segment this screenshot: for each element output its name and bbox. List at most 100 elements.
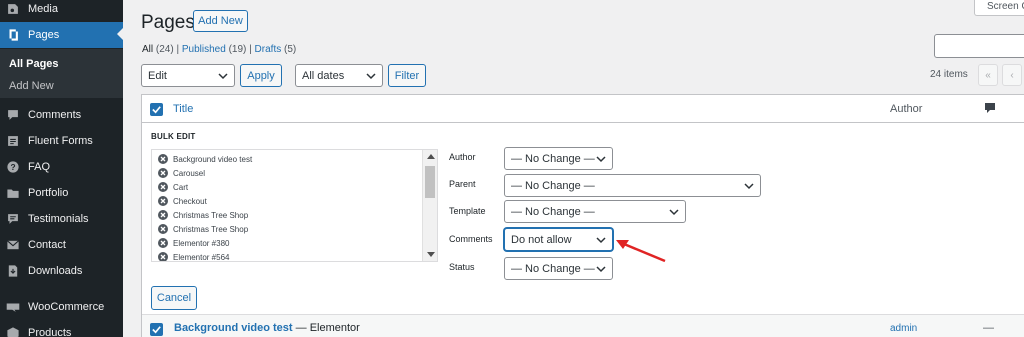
status-select[interactable]: — No Change — [504,257,613,280]
sidebar-item-label: Contact [28,239,66,251]
list-item: Elementor #564 [158,252,229,262]
screen-options-tab[interactable]: Screen O [974,0,1024,16]
scroll-thumb[interactable] [425,166,435,198]
sidebar-item-downloads[interactable]: Downloads [0,258,123,284]
filter-separator: | [249,44,252,55]
table-header: Title Author [142,95,1024,123]
filter-published[interactable]: Published [182,44,226,55]
column-title[interactable]: Title [173,103,193,115]
author-select-value: — No Change — [511,152,595,165]
filter-separator: | [176,44,180,55]
list-item-label: Background video test [173,154,253,164]
list-item: Christmas Tree Shop [158,210,248,220]
scroll-down-arrow-icon[interactable] [427,252,435,257]
remove-icon[interactable] [158,224,168,234]
sidebar-item-label: Pages [28,29,60,41]
pages-table: Title Author BULK EDIT Background video … [141,94,1024,337]
list-item: Cart [158,182,188,192]
filter-all[interactable]: All [142,44,153,55]
comments-label: Comments [449,234,493,244]
sidebar-item-media[interactable]: Media [0,0,123,22]
sidebar-item-products[interactable]: Products [0,320,123,337]
submenu-add-new[interactable]: Add New [9,80,54,92]
row-author-link[interactable]: admin [890,323,917,334]
chevron-down-icon [596,156,606,163]
contact-icon [6,238,20,252]
remove-icon[interactable] [158,182,168,192]
chevron-down-icon [218,73,228,80]
sidebar-item-label: FAQ [28,161,51,173]
check-icon [152,106,161,114]
list-item-label: Christmas Tree Shop [173,210,249,220]
author-select[interactable]: — No Change — [504,147,613,170]
list-item: Checkout [158,196,207,206]
sidebar-item-faq[interactable]: ? FAQ [0,154,123,180]
forms-icon [6,134,20,148]
chevron-down-icon [744,183,754,190]
select-all-checkbox[interactable] [150,103,163,116]
bulk-edit-selected-list[interactable]: Background video test Carousel Cart Chec… [151,149,438,262]
sidebar-item-label: Media [28,3,58,15]
bulk-action-select[interactable]: Edit [141,64,235,87]
row-title-text[interactable]: Background video test [174,322,293,334]
bulk-action-value: Edit [148,69,167,82]
scroll-up-arrow-icon[interactable] [427,154,435,159]
items-count: 24 items [930,69,968,80]
template-select-value: — No Change — [511,205,595,218]
template-select[interactable]: — No Change — [504,200,686,223]
sidebar-item-contact[interactable]: Contact [0,232,123,258]
remove-icon[interactable] [158,252,168,262]
svg-text:?: ? [10,162,15,172]
faq-icon: ? [6,160,20,174]
sidebar-item-fluent-forms[interactable]: Fluent Forms [0,128,123,154]
sidebar-item-label: WooCommerce [28,301,105,313]
sidebar-item-label: Fluent Forms [28,135,93,147]
filter-button[interactable]: Filter [388,64,426,87]
sidebar-item-comments[interactable]: Comments [0,102,123,128]
parent-select[interactable]: — No Change — [504,174,761,197]
comments-icon [6,108,20,122]
sidebar-item-portfolio[interactable]: Portfolio [0,180,123,206]
remove-icon[interactable] [158,154,168,164]
remove-icon[interactable] [158,210,168,220]
prev-page-button[interactable]: ‹ [1002,64,1022,86]
sidebar-item-pages[interactable]: Pages [0,22,123,48]
list-item: Background video test [158,154,252,164]
row-checkbox[interactable] [150,323,163,336]
cancel-button[interactable]: Cancel [151,286,197,310]
sidebar-item-testimonials[interactable]: Testimonials [0,206,123,232]
remove-icon[interactable] [158,168,168,178]
sidebar-item-woocommerce[interactable]: WooCommerce [0,294,123,320]
chevron-down-icon [596,237,606,244]
search-pages-input[interactable] [934,34,1024,58]
comment-bubble-icon [985,103,995,113]
annotation-arrow-icon [616,240,666,263]
add-new-button[interactable]: Add New [193,10,248,32]
row-title-link[interactable]: Background video test — Elementor [174,322,360,334]
author-label: Author [449,152,476,162]
portfolio-icon [6,186,20,200]
filter-drafts[interactable]: Drafts [255,44,282,55]
comments-select[interactable]: Do not allow [504,228,613,251]
first-page-button[interactable]: « [978,64,998,86]
woocommerce-icon [6,300,20,314]
filter-all-count: (24) [155,44,174,55]
parent-select-value: — No Change — [511,179,595,192]
list-item-label: Carousel [173,168,206,178]
remove-icon[interactable] [158,196,168,206]
list-item: Christmas Tree Shop [158,224,248,234]
check-icon [152,326,161,334]
pages-submenu: All Pages Add New [0,49,123,98]
date-filter-value: All dates [302,69,345,82]
list-scrollbar[interactable] [422,150,437,261]
date-filter-select[interactable]: All dates [295,64,383,87]
pages-icon [6,28,20,42]
apply-button[interactable]: Apply [240,64,282,87]
status-label: Status [449,262,475,272]
sidebar-item-label: Downloads [28,265,83,277]
column-author: Author [890,103,923,115]
comments-select-value: Do not allow [511,233,572,246]
active-indicator [117,28,123,40]
submenu-all-pages[interactable]: All Pages [9,58,59,70]
remove-icon[interactable] [158,238,168,248]
